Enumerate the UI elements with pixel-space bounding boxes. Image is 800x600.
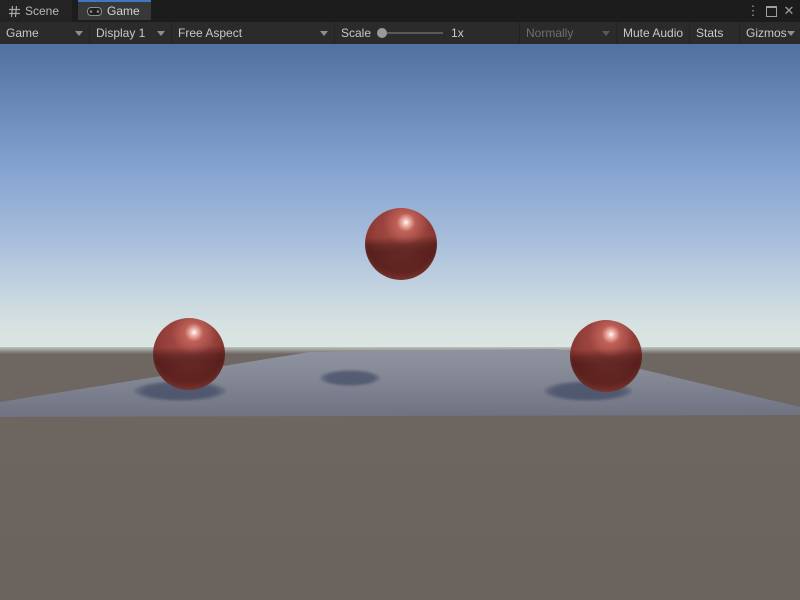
mute-audio-toggle[interactable]: Mute Audio	[617, 22, 690, 44]
view-popup-label: Game	[6, 26, 39, 40]
maximize-icon[interactable]	[762, 0, 780, 22]
chevron-down-icon	[157, 31, 165, 36]
window-controls: ⋮ ✕	[744, 0, 798, 22]
scale-control: Scale 1x	[335, 22, 520, 44]
vsync-dropdown-disabled: Normally	[520, 22, 617, 44]
chevron-down-icon	[602, 31, 610, 36]
tab-game[interactable]: Game	[78, 0, 151, 20]
scale-slider-knob[interactable]	[377, 28, 387, 38]
chevron-down-icon	[787, 31, 795, 36]
stats-toggle[interactable]: Stats	[690, 22, 740, 44]
chevron-down-icon	[320, 31, 328, 36]
stats-label: Stats	[696, 26, 723, 40]
scale-value: 1x	[451, 26, 464, 40]
gizmos-label: Gizmos	[746, 26, 787, 40]
gameview-top-highlight	[0, 44, 800, 46]
gizmos-dropdown[interactable]: Gizmos	[740, 22, 800, 44]
view-popup-dropdown[interactable]: Game	[0, 22, 90, 44]
scale-label: Scale	[341, 26, 371, 40]
scale-slider[interactable]	[379, 32, 443, 34]
gamepad-icon	[87, 7, 102, 16]
menu-icon[interactable]: ⋮	[744, 0, 762, 22]
sphere-center	[365, 208, 437, 280]
sphere-right	[570, 320, 642, 392]
sphere-left	[153, 318, 225, 390]
vsync-label: Normally	[526, 26, 573, 40]
tab-scene-label: Scene	[25, 4, 59, 18]
tab-game-label: Game	[107, 4, 140, 18]
display-label: Display 1	[96, 26, 145, 40]
display-dropdown[interactable]: Display 1	[90, 22, 172, 44]
chevron-down-icon	[75, 31, 83, 36]
tab-strip: Scene Game ⋮ ✕	[0, 0, 800, 22]
sphere-shadow	[320, 370, 380, 386]
game-view[interactable]	[0, 44, 800, 600]
grid-icon	[9, 6, 20, 17]
tab-scene[interactable]: Scene	[0, 0, 72, 22]
game-toolbar: Game Display 1 Free Aspect Scale 1x Norm…	[0, 22, 800, 44]
close-icon[interactable]: ✕	[780, 0, 798, 22]
mute-audio-label: Mute Audio	[623, 26, 683, 40]
aspect-ratio-dropdown[interactable]: Free Aspect	[172, 22, 335, 44]
aspect-label: Free Aspect	[178, 26, 242, 40]
skybox	[0, 44, 800, 348]
